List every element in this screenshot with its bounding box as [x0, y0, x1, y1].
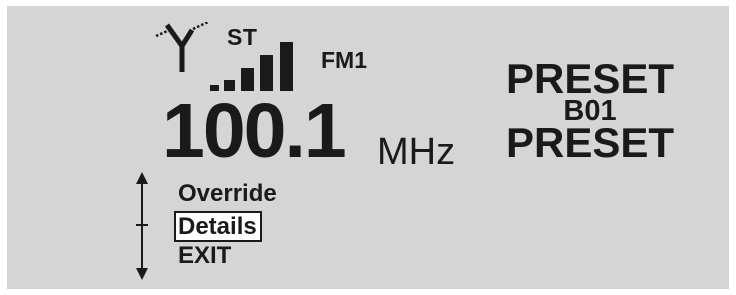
menu-item-details[interactable]: Details: [174, 211, 262, 242]
band-indicator: FM1: [321, 47, 367, 73]
preset-title: PRESET: [505, 55, 675, 102]
frequency-unit: MHz: [377, 131, 456, 173]
menu-item-override[interactable]: Override: [175, 180, 277, 211]
signal-strength-icon: [210, 42, 293, 91]
preset-info: PRESET B01 PRESET: [505, 58, 675, 164]
radio-display: ST FM1 100.1 MHz PRESET B01 PRESET Overr…: [7, 6, 729, 289]
antenna-icon: [155, 22, 209, 72]
scroll-arrows-icon: [136, 172, 148, 280]
preset-subtitle: PRESET: [505, 119, 675, 166]
menu-item-exit[interactable]: EXIT: [175, 242, 277, 273]
menu-list: Override Details EXIT: [174, 180, 277, 273]
frequency-display: 100.1: [162, 88, 347, 174]
